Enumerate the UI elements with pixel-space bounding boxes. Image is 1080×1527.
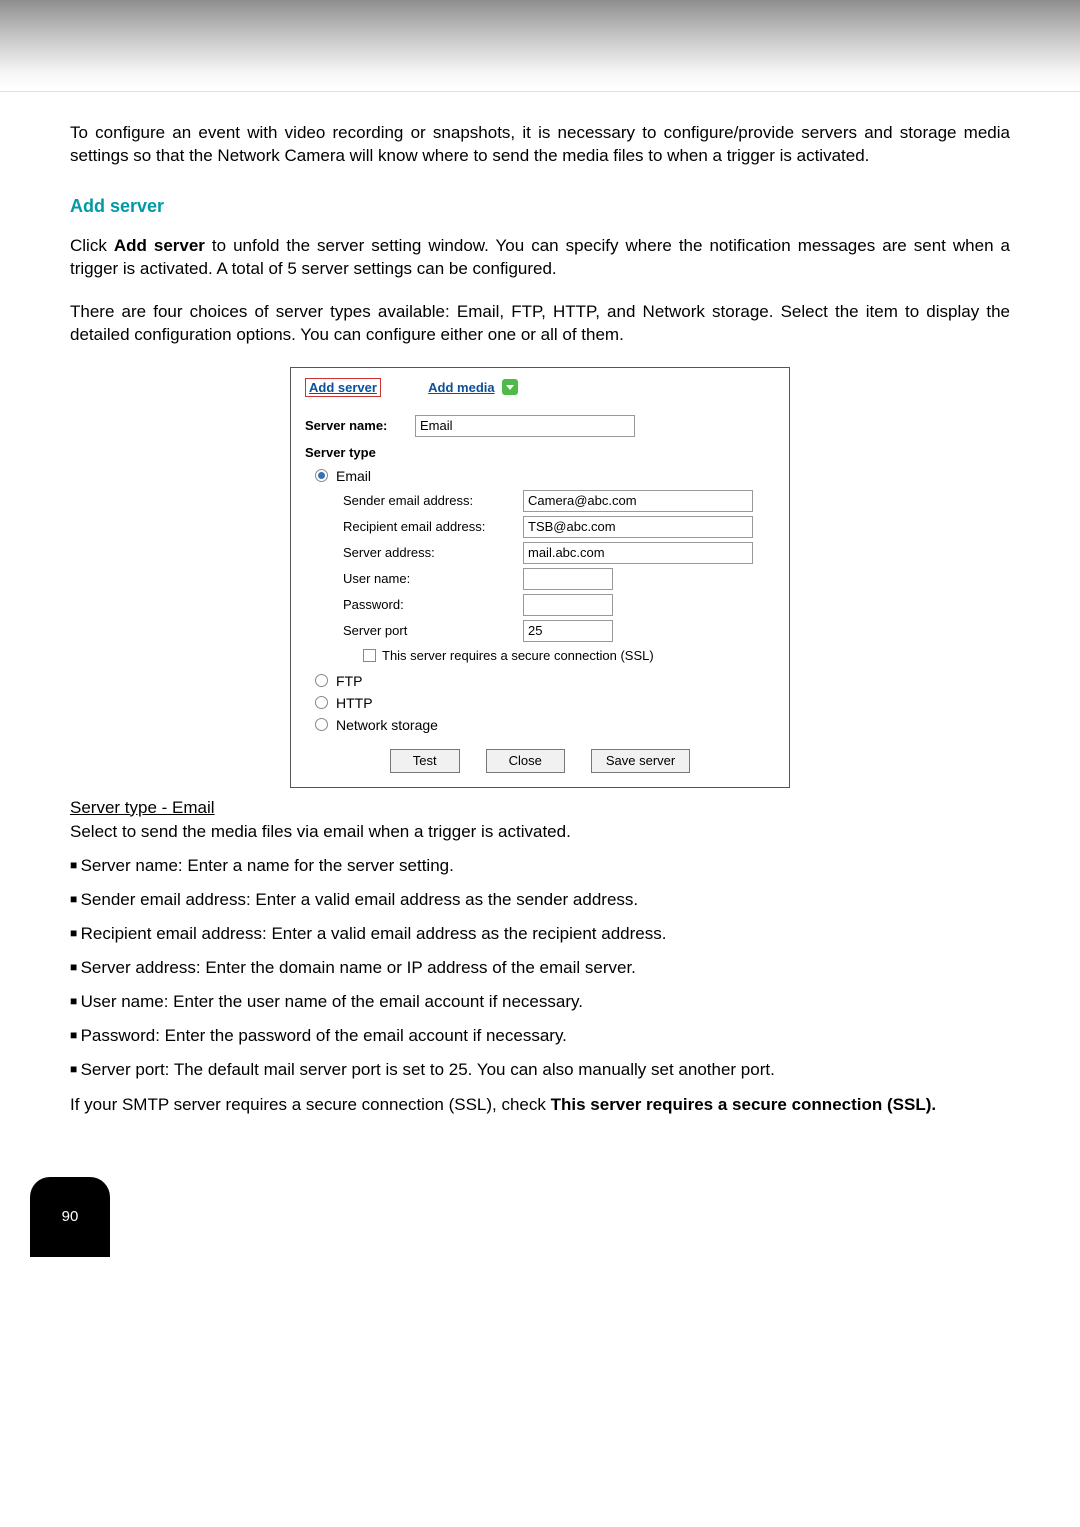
dialog-wrap: Add server Add media Server name: Server… — [70, 367, 1010, 788]
header-gradient — [0, 0, 1080, 92]
bullet-7: Server port: The default mail server por… — [70, 1060, 1010, 1080]
intro-paragraph: To configure an event with video recordi… — [70, 122, 1010, 168]
bullet-1: Server name: Enter a name for the server… — [70, 856, 1010, 876]
radio-network-storage-line: Network storage — [315, 717, 775, 733]
radio-network-storage-label: Network storage — [336, 717, 438, 733]
username-input[interactable] — [523, 568, 613, 590]
radio-http-label: HTTP — [336, 695, 373, 711]
bullet-5: User name: Enter the user name of the em… — [70, 992, 1010, 1012]
recipient-input[interactable] — [523, 516, 753, 538]
radio-email-label: Email — [336, 468, 371, 484]
test-button[interactable]: Test — [390, 749, 460, 773]
paragraph-1: Click Add server to unfold the server se… — [70, 235, 1010, 281]
server-address-input[interactable] — [523, 542, 753, 564]
save-server-button[interactable]: Save server — [591, 749, 690, 773]
server-port-label: Server port — [343, 623, 523, 638]
ssl-label: This server requires a secure connection… — [382, 648, 654, 663]
field-sender: Sender email address: — [305, 490, 775, 512]
bullet-4: Server address: Enter the domain name or… — [70, 958, 1010, 978]
dialog-button-row: Test Close Save server — [305, 749, 775, 773]
password-input[interactable] — [523, 594, 613, 616]
field-server-address: Server address: — [305, 542, 775, 564]
username-label: User name: — [343, 571, 523, 586]
password-label: Password: — [343, 597, 523, 612]
bullet-list: Server name: Enter a name for the server… — [70, 856, 1010, 1080]
radio-ftp[interactable] — [315, 674, 328, 687]
bullet-3: Recipient email address: Enter a valid e… — [70, 924, 1010, 944]
field-recipient: Recipient email address: — [305, 516, 775, 538]
field-username: User name: — [305, 568, 775, 590]
radio-ftp-line: FTP — [315, 673, 775, 689]
page-number-tab: 90 — [30, 1177, 110, 1257]
radio-http-line: HTTP — [315, 695, 775, 711]
server-name-label: Server name: — [305, 418, 415, 433]
dropdown-icon[interactable] — [502, 379, 518, 395]
sender-label: Sender email address: — [343, 493, 523, 508]
radio-email-line: Email — [315, 468, 775, 484]
radio-email[interactable] — [315, 469, 328, 482]
subdesc: Select to send the media files via email… — [70, 822, 1010, 842]
server-type-header: Server type — [305, 445, 415, 460]
field-password: Password: — [305, 594, 775, 616]
close-button[interactable]: Close — [486, 749, 565, 773]
tail-a: If your SMTP server requires a secure co… — [70, 1095, 551, 1114]
radio-network-storage[interactable] — [315, 718, 328, 731]
bullet-2: Sender email address: Enter a valid emai… — [70, 890, 1010, 910]
page-number: 90 — [62, 1208, 79, 1225]
tail-b: This server requires a secure connection… — [551, 1095, 936, 1114]
para1-part-a: Click — [70, 236, 114, 255]
radio-ftp-label: FTP — [336, 673, 362, 689]
server-name-input[interactable] — [415, 415, 635, 437]
after-dialog: Server type - Email Select to send the m… — [70, 798, 1010, 842]
section-heading-add-server: Add server — [70, 196, 1010, 217]
tail-paragraph: If your SMTP server requires a secure co… — [70, 1094, 1010, 1117]
para1-bold: Add server — [114, 236, 205, 255]
recipient-label: Recipient email address: — [343, 519, 523, 534]
sender-input[interactable] — [523, 490, 753, 512]
server-type-header-row: Server type — [305, 445, 775, 460]
server-port-input[interactable] — [523, 620, 613, 642]
page-content: To configure an event with video recordi… — [0, 92, 1080, 1117]
server-name-row: Server name: — [305, 415, 775, 437]
tab-add-server[interactable]: Add server — [305, 378, 381, 397]
ssl-row: This server requires a secure connection… — [305, 648, 775, 663]
server-dialog: Add server Add media Server name: Server… — [290, 367, 790, 788]
radio-http[interactable] — [315, 696, 328, 709]
paragraph-2: There are four choices of server types a… — [70, 301, 1010, 347]
server-address-label: Server address: — [343, 545, 523, 560]
bullet-6: Password: Enter the password of the emai… — [70, 1026, 1010, 1046]
para1-part-c: to unfold the server setting window. You… — [70, 236, 1010, 278]
tab-add-media[interactable]: Add media — [428, 380, 494, 395]
ssl-checkbox[interactable] — [363, 649, 376, 662]
subhead-server-type-email: Server type - Email — [70, 798, 1010, 818]
dialog-tabs: Add server Add media — [305, 378, 775, 397]
field-server-port: Server port — [305, 620, 775, 642]
